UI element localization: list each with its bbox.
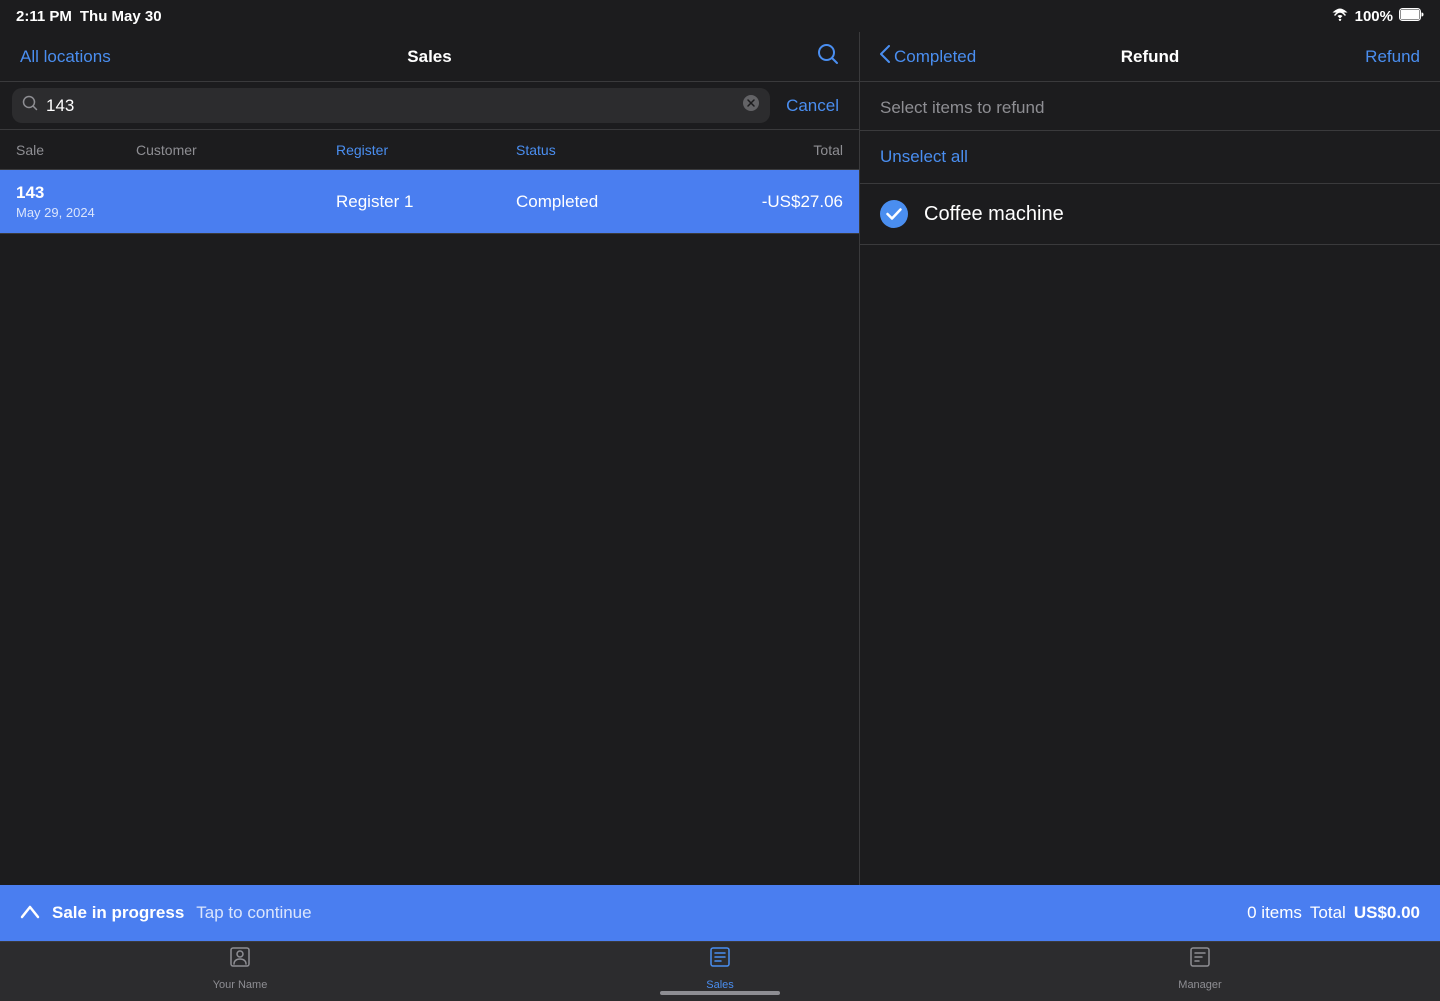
tab-sales-label: Sales xyxy=(706,979,734,991)
main-layout: All locations Sales xyxy=(0,32,1440,885)
col-register-header[interactable]: Register xyxy=(336,142,516,158)
row-sale-info: 143 May 29, 2024 xyxy=(16,183,136,220)
back-button[interactable]: Completed xyxy=(880,45,976,68)
back-label: Completed xyxy=(894,47,976,67)
col-customer-header: Customer xyxy=(136,142,336,158)
manager-icon xyxy=(1188,945,1212,975)
person-icon xyxy=(228,945,252,975)
search-input[interactable] xyxy=(46,96,734,116)
bottom-bar[interactable]: Sale in progress Tap to continue 0 items… xyxy=(0,885,1440,941)
right-content: Select items to refund Unselect all Coff… xyxy=(860,82,1440,885)
item-name: Coffee machine xyxy=(924,203,1064,226)
item-row[interactable]: Coffee machine xyxy=(860,184,1440,245)
col-sale-header: Sale xyxy=(16,142,136,158)
total-label: Total xyxy=(1310,903,1346,923)
search-icon[interactable] xyxy=(817,43,839,71)
bottom-bar-right: 0 items Total US$0.00 xyxy=(1247,903,1420,923)
all-locations-link[interactable]: All locations xyxy=(20,47,111,67)
select-items-label: Select items to refund xyxy=(860,82,1440,131)
status-date: Thu May 30 xyxy=(80,8,162,25)
tab-your-name-label: Your Name xyxy=(213,979,268,991)
tab-manager-label: Manager xyxy=(1178,979,1221,991)
wifi-icon xyxy=(1331,7,1349,25)
battery-percentage: 100% xyxy=(1355,8,1393,25)
row-total: -US$27.06 xyxy=(696,192,843,212)
search-input-wrapper[interactable] xyxy=(12,88,770,123)
sale-in-progress-text: Sale in progress xyxy=(52,903,184,923)
left-panel: All locations Sales xyxy=(0,32,860,885)
sales-icon xyxy=(708,945,732,975)
refund-action-button[interactable]: Refund xyxy=(1365,47,1420,67)
item-count: 0 items xyxy=(1247,903,1302,923)
search-icon-inner xyxy=(22,95,38,116)
table-row[interactable]: 143 May 29, 2024 Register 1 Completed -U… xyxy=(0,170,859,234)
tab-sales[interactable]: Sales xyxy=(480,945,960,991)
refund-title: Refund xyxy=(1121,47,1180,67)
tab-your-name[interactable]: Your Name xyxy=(0,945,480,991)
table-header: Sale Customer Register Status Total xyxy=(0,130,859,170)
status-right: 100% xyxy=(1331,7,1424,25)
chevron-up-icon xyxy=(20,903,40,924)
cancel-button[interactable]: Cancel xyxy=(778,96,847,116)
row-status: Completed xyxy=(516,192,696,212)
sales-title: Sales xyxy=(407,47,451,67)
row-sale-id: 143 xyxy=(16,183,136,203)
row-register: Register 1 xyxy=(336,192,516,212)
item-checkbox[interactable] xyxy=(880,200,908,228)
chevron-left-icon xyxy=(880,45,890,68)
right-nav: Completed Refund Refund xyxy=(860,32,1440,82)
status-bar: 2:11 PM Thu May 30 100% xyxy=(0,0,1440,32)
battery-icon xyxy=(1399,8,1424,25)
tab-manager[interactable]: Manager xyxy=(960,945,1440,991)
home-indicator xyxy=(660,991,780,995)
col-status-header[interactable]: Status xyxy=(516,142,696,158)
row-sale-date: May 29, 2024 xyxy=(16,205,136,220)
left-nav: All locations Sales xyxy=(0,32,859,82)
tap-to-continue-text: Tap to continue xyxy=(196,903,311,923)
search-clear-icon[interactable] xyxy=(742,94,760,117)
sale-in-progress: Sale in progress Tap to continue xyxy=(20,903,312,924)
col-total-header: Total xyxy=(696,142,843,158)
right-panel: Completed Refund Refund Select items to … xyxy=(860,32,1440,885)
search-bar: Cancel xyxy=(0,82,859,130)
status-time: 2:11 PM xyxy=(16,8,72,25)
unselect-all-button[interactable]: Unselect all xyxy=(860,131,1440,184)
total-amount: US$0.00 xyxy=(1354,903,1420,923)
